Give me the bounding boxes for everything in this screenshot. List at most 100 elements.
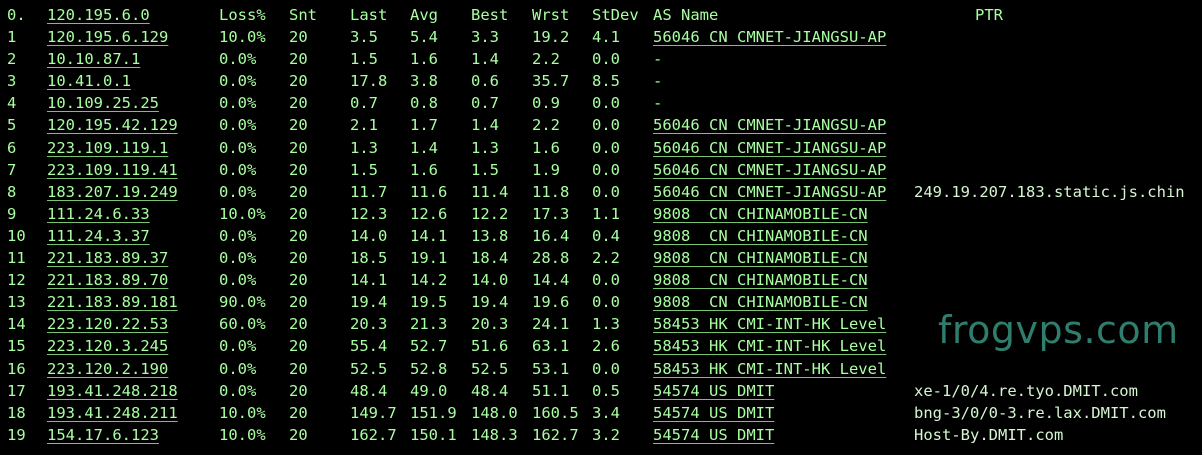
cell-last: 1.5: [350, 160, 378, 179]
cell-hop: 18: [7, 403, 26, 422]
cell-last: 55.4: [350, 337, 388, 356]
cell-host: 221.183.89.37: [47, 249, 169, 267]
cell-avg: 0.8: [410, 94, 438, 113]
cell-best: 18.4: [471, 249, 509, 267]
cell-host: 223.120.22.53: [47, 315, 169, 334]
watermark-text: frogvps.com: [938, 308, 1179, 352]
cell-last: 2.1: [350, 116, 378, 135]
cell-stdev: 0.0: [592, 50, 620, 69]
cell-stdev: 0.0: [592, 359, 620, 378]
cell-last: 48.4: [350, 381, 388, 400]
cell-best: 1.5: [471, 160, 499, 179]
cell-last: 162.7: [350, 425, 397, 444]
cell-last: 0.7: [350, 94, 378, 113]
header-hop: 0.: [7, 6, 26, 24]
cell-snt: 20: [289, 94, 308, 113]
cell-avg: 14.2: [410, 271, 448, 290]
cell-snt: 20: [289, 403, 308, 422]
cell-host: 223.120.2.190: [47, 359, 169, 378]
cell-best: 0.7: [471, 94, 499, 113]
cell-host: 120.195.42.129: [47, 116, 178, 135]
cell-snt: 20: [289, 50, 308, 69]
cell-wrst: 11.8: [532, 182, 570, 201]
cell-loss: 0.0%: [219, 160, 257, 179]
cell-avg: 19.1: [410, 249, 448, 267]
cell-avg: 1.6: [410, 50, 438, 69]
cell-loss: 0.0%: [219, 50, 257, 69]
cell-last: 12.3: [350, 204, 388, 223]
cell-ptr: xe-1/0/4.re.tyo.DMIT.com: [914, 381, 1138, 400]
cell-loss: 0.0%: [219, 116, 257, 135]
cell-stdev: 2.2: [592, 249, 620, 267]
cell-wrst: 2.2: [532, 50, 560, 69]
cell-hop: 17: [7, 381, 26, 400]
cell-stdev: 3.4: [592, 403, 620, 422]
cell-avg: 52.8: [410, 359, 448, 378]
cell-loss: 0.0%: [219, 138, 257, 157]
cell-as: -: [653, 94, 663, 113]
cell-snt: 20: [289, 425, 308, 444]
cell-wrst: 24.1: [532, 315, 570, 334]
cell-avg: 151.9: [410, 403, 457, 422]
header-ptr: PTR: [975, 6, 1003, 24]
cell-wrst: 0.9: [532, 94, 560, 113]
cell-snt: 20: [289, 72, 308, 91]
cell-best: 0.6: [471, 72, 499, 91]
cell-avg: 1.7: [410, 116, 438, 135]
cell-last: 1.3: [350, 138, 378, 157]
cell-as: -: [653, 72, 663, 91]
cell-host: 223.120.3.245: [47, 337, 169, 356]
cell-last: 3.5: [350, 28, 378, 46]
cell-last: 18.5: [350, 249, 388, 267]
cell-host: 111.24.3.37: [47, 226, 150, 245]
cell-stdev: 2.6: [592, 337, 620, 356]
cell-last: 52.5: [350, 359, 388, 378]
cell-best: 148.3: [471, 425, 518, 444]
cell-hop: 7: [7, 160, 17, 179]
cell-as: 9808 CN CHINAMOBILE-CN: [653, 204, 868, 223]
cell-as: 56046 CN CMNET-JIANGSU-AP: [653, 116, 887, 135]
cell-as: 58453 HK CMI-INT-HK Level: [653, 337, 887, 356]
cell-hop: 6: [7, 138, 17, 157]
header-stdev: StDev: [592, 6, 639, 24]
cell-wrst: 35.7: [532, 72, 570, 91]
cell-as: 9808 CN CHINAMOBILE-CN: [653, 226, 868, 245]
cell-as: 54574 US DMIT: [653, 381, 775, 400]
cell-wrst: 14.4: [532, 271, 570, 290]
cell-best: 1.4: [471, 50, 499, 69]
cell-loss: 0.0%: [219, 271, 257, 290]
cell-best: 20.3: [471, 315, 509, 334]
cell-snt: 20: [289, 182, 308, 201]
cell-as: 9808 CN CHINAMOBILE-CN: [653, 271, 868, 290]
cell-hop: 19: [7, 425, 26, 444]
cell-stdev: 0.0: [592, 293, 620, 312]
cell-avg: 12.6: [410, 204, 448, 223]
cell-ptr: 249.19.207.183.static.js.chin: [914, 182, 1185, 201]
cell-host: 223.109.119.1: [47, 138, 169, 157]
header-as-name: AS Name: [653, 6, 719, 24]
cell-last: 1.5: [350, 50, 378, 69]
cell-hop: 12: [7, 271, 26, 290]
cell-as: 58453 HK CMI-INT-HK Level: [653, 315, 887, 334]
cell-wrst: 2.2: [532, 116, 560, 135]
cell-stdev: 0.0: [592, 182, 620, 201]
header-loss: Loss%: [219, 6, 266, 24]
cell-snt: 20: [289, 204, 308, 223]
cell-hop: 4: [7, 94, 17, 113]
cell-last: 19.4: [350, 293, 388, 312]
cell-best: 1.3: [471, 138, 499, 157]
cell-host: 10.41.0.1: [47, 72, 131, 91]
cell-loss: 0.0%: [219, 359, 257, 378]
cell-wrst: 160.5: [532, 403, 579, 422]
cell-hop: 14: [7, 315, 26, 334]
cell-last: 11.7: [350, 182, 388, 201]
header-host: 120.195.6.0: [47, 6, 150, 24]
cell-last: 20.3: [350, 315, 388, 334]
cell-hop: 15: [7, 337, 26, 356]
cell-avg: 1.6: [410, 160, 438, 179]
terminal-window[interactable]: 0. 120.195.6.0 Loss% Snt Last Avg Best W…: [0, 0, 1202, 455]
header-snt: Snt: [289, 6, 317, 24]
header-avg: Avg: [410, 6, 438, 24]
cell-snt: 20: [289, 381, 308, 400]
cell-as: 56046 CN CMNET-JIANGSU-AP: [653, 138, 887, 157]
